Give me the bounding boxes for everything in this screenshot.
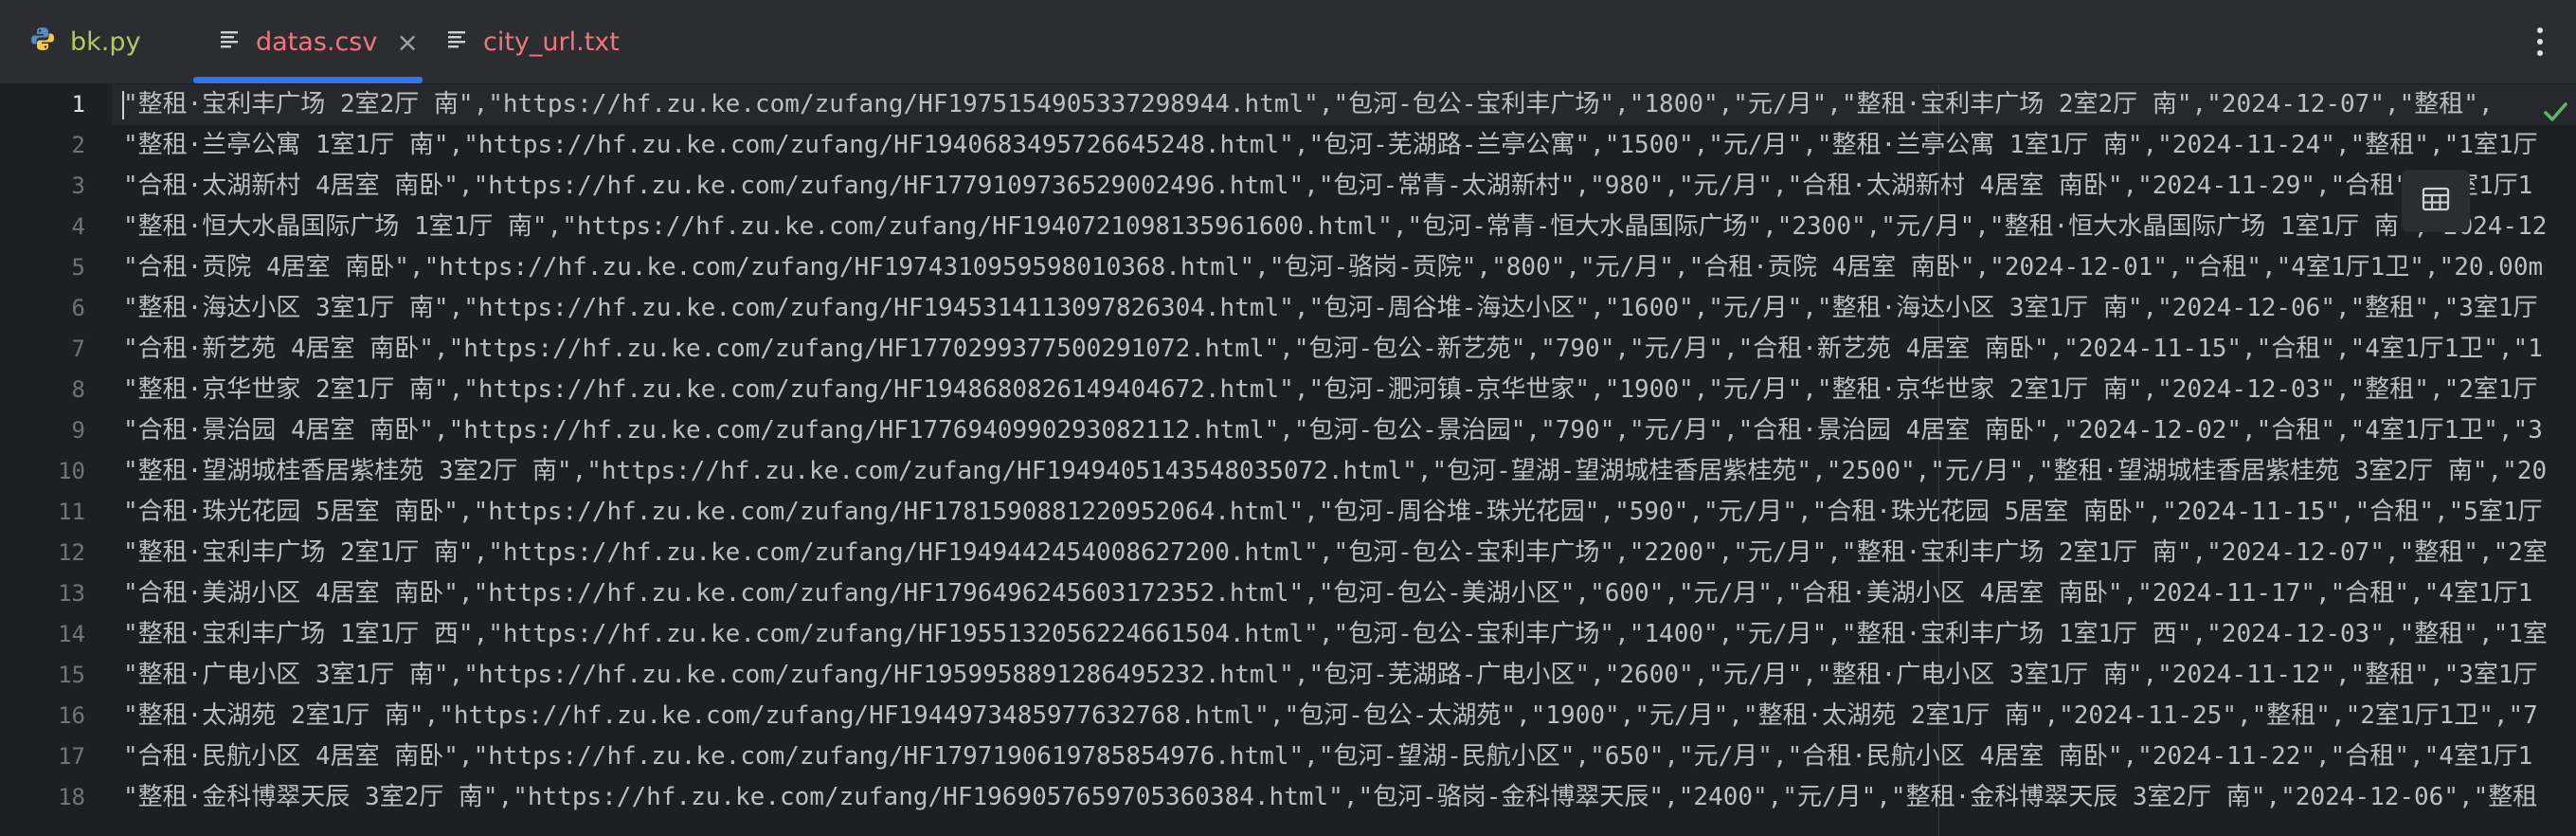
text-caret [122,91,124,119]
line-number: 7 [71,336,85,362]
code-line[interactable]: "合租·民航小区 4居室 南卧","https://hf.zu.ke.com/z… [123,736,2532,777]
code-line[interactable]: "合租·太湖新村 4居室 南卧","https://hf.zu.ke.com/z… [123,166,2532,207]
text-file-icon [445,27,470,58]
line-number: 13 [58,580,85,607]
line-number: 9 [71,417,85,444]
close-icon[interactable]: × [396,27,418,58]
table-view-toggle[interactable] [2402,170,2470,232]
line-number: 10 [58,458,85,484]
check-icon[interactable] [2541,98,2569,130]
line-number: 1 [71,91,85,118]
table-icon [2422,186,2450,216]
code-line[interactable]: "整租·广电小区 3室1厅 南","https://hf.zu.ke.com/z… [123,655,2538,696]
code-line[interactable]: "整租·恒大水晶国际广场 1室1厅 南","https://hf.zu.ke.c… [123,207,2547,247]
tab-bk-py[interactable]: bk.py [28,0,171,83]
tab-label: city_url.txt [483,27,620,57]
more-vertical-icon[interactable] [2523,17,2557,66]
code-line[interactable]: "合租·珠光花园 5居室 南卧","https://hf.zu.ke.com/z… [123,492,2543,533]
line-number: 4 [71,213,85,240]
python-icon [28,25,57,60]
line-number: 14 [58,621,85,647]
line-number: 17 [58,743,85,770]
line-number: 5 [71,254,85,281]
line-number: 15 [58,662,85,688]
code-line[interactable]: "合租·景治园 4居室 南卧","https://hf.zu.ke.com/zu… [123,410,2543,451]
code-line[interactable]: "整租·金科博翠天辰 3室2厅 南","https://hf.zu.ke.com… [123,777,2537,818]
code-line[interactable]: "整租·宝利丰广场 2室1厅 南","https://hf.zu.ke.com/… [123,533,2548,573]
tab-city-url-txt[interactable]: city_url.txt [445,0,654,83]
code-line[interactable]: "合租·美湖小区 4居室 南卧","https://hf.zu.ke.com/z… [123,573,2532,614]
line-number: 2 [71,132,85,158]
tab-datas-csv[interactable]: datas.csv × [193,0,423,83]
code-line[interactable]: "整租·海达小区 3室1厅 南","https://hf.zu.ke.com/z… [123,288,2538,329]
line-number: 3 [71,173,85,199]
line-number: 16 [58,702,85,729]
line-number: 11 [58,499,85,525]
code-line[interactable]: "整租·太湖苑 2室1厅 南","https://hf.zu.ke.com/zu… [123,696,2538,736]
line-number: 18 [58,784,85,810]
code-line[interactable]: "整租·兰亭公寓 1室1厅 南","https://hf.zu.ke.com/z… [123,125,2538,166]
tab-label: bk.py [70,27,141,57]
code-line[interactable]: "合租·新艺苑 4居室 南卧","https://hf.zu.ke.com/zu… [123,329,2543,370]
line-number: 12 [58,539,85,566]
code-line[interactable]: "合租·贡院 4居室 南卧","https://hf.zu.ke.com/zuf… [123,247,2543,288]
tab-label: datas.csv [256,27,378,57]
code-editor[interactable]: 1 2 3 4 5 6 7 8 9 10 11 12 13 14 15 16 1… [0,84,2576,836]
code-line[interactable]: "整租·京华世家 2室1厅 南","https://hf.zu.ke.com/z… [123,370,2538,410]
code-line[interactable]: "整租·宝利丰广场 2室2厅 南","https://hf.zu.ke.com/… [123,84,2494,125]
code-line[interactable]: "整租·望湖城桂香居紫桂苑 3室2厅 南","https://hf.zu.ke.… [123,451,2547,492]
csv-file-icon [218,27,243,58]
line-number: 8 [71,376,85,403]
line-number: 6 [71,295,85,321]
editor-tab-bar: bk.py datas.csv × city_url.txt [0,0,2576,84]
code-line[interactable]: "整租·宝利丰广场 1室1厅 西","https://hf.zu.ke.com/… [123,614,2548,655]
